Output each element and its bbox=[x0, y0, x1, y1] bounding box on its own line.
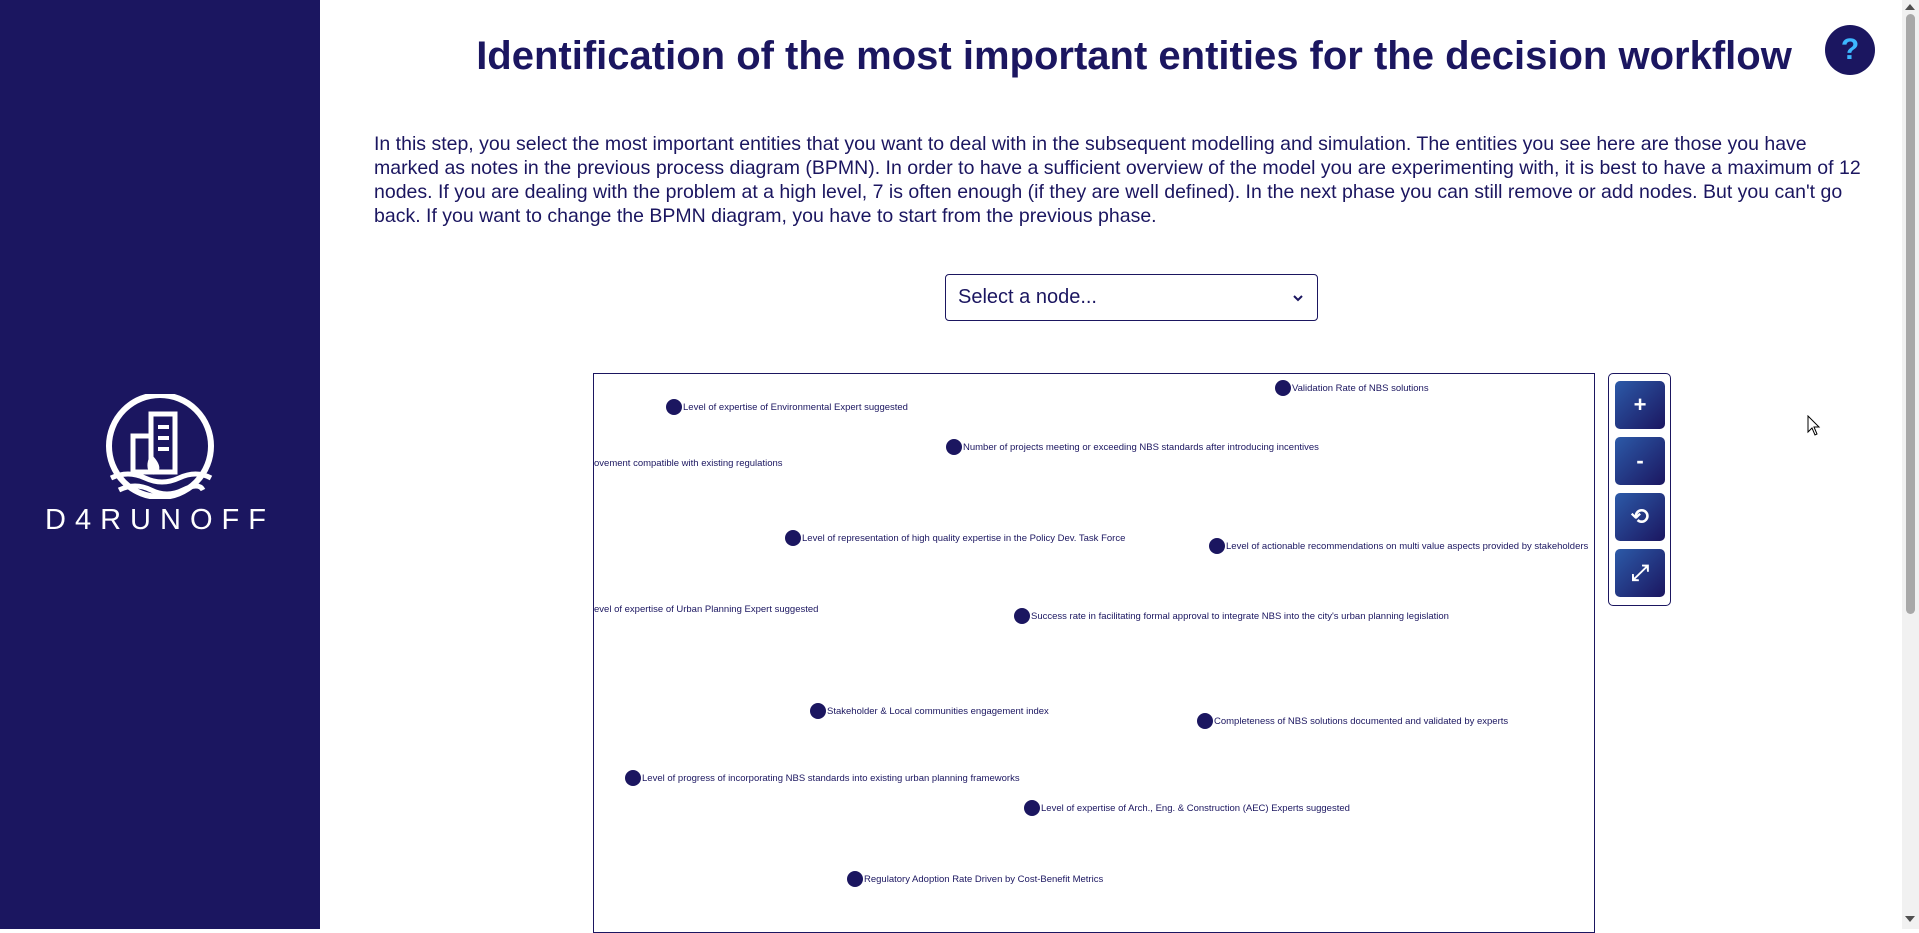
graph-node[interactable]: Number of projects meeting or exceeding … bbox=[946, 439, 1319, 455]
node-dot bbox=[666, 399, 682, 415]
fit-view-button[interactable]: ⤢ bbox=[1615, 549, 1665, 597]
node-select-value: Select a node... bbox=[958, 286, 1097, 308]
graph-node[interactable]: evel of expertise of Urban Planning Expe… bbox=[594, 601, 819, 617]
mouse-cursor-icon bbox=[1807, 415, 1821, 436]
intro-text: In this step, you select the most import… bbox=[374, 133, 1861, 227]
graph-node[interactable]: Level of actionable recommendations on m… bbox=[1209, 538, 1588, 554]
node-dot bbox=[1014, 608, 1030, 624]
page-scrollbar[interactable] bbox=[1902, 0, 1919, 929]
logo-mark bbox=[106, 394, 214, 499]
zoom-in-button[interactable]: + bbox=[1615, 381, 1665, 429]
node-select[interactable]: Select a node... bbox=[945, 274, 1318, 321]
node-dot bbox=[1275, 380, 1291, 396]
node-label: Level of expertise of Environmental Expe… bbox=[683, 401, 908, 413]
node-dot bbox=[810, 703, 826, 719]
node-dot bbox=[1197, 713, 1213, 729]
node-label: Level of actionable recommendations on m… bbox=[1226, 540, 1589, 552]
node-dot bbox=[1024, 800, 1040, 816]
node-label: Validation Rate of NBS solutions bbox=[1292, 382, 1429, 394]
node-label: ovement compatible with existing regulat… bbox=[594, 457, 783, 469]
node-label: Level of progress of incorporating NBS s… bbox=[642, 772, 1020, 784]
page-title: Identification of the most important ent… bbox=[476, 34, 1792, 78]
entity-graph[interactable]: Validation Rate of NBS solutions Level o… bbox=[593, 373, 1595, 933]
scroll-up-arrow-icon[interactable] bbox=[1905, 4, 1915, 10]
node-label: Number of projects meeting or exceeding … bbox=[963, 441, 1319, 453]
graph-node[interactable]: Completeness of NBS solutions documented… bbox=[1197, 713, 1508, 729]
graph-node[interactable]: Level of representation of high quality … bbox=[785, 530, 1125, 546]
logo-text: D4RUNOFF bbox=[45, 504, 275, 536]
node-dot bbox=[847, 871, 863, 887]
graph-node[interactable]: Validation Rate of NBS solutions bbox=[1275, 380, 1429, 396]
graph-node[interactable]: ovement compatible with existing regulat… bbox=[594, 455, 783, 471]
graph-node[interactable]: Stakeholder & Local communities engageme… bbox=[810, 703, 1049, 719]
chevron-down-icon bbox=[1293, 294, 1303, 301]
graph-node[interactable]: Level of expertise of Arch., Eng. & Cons… bbox=[1024, 800, 1350, 816]
graph-controls: + - ⟲ ⤢ bbox=[1608, 373, 1671, 606]
graph-node[interactable]: Success rate in facilitating formal appr… bbox=[1014, 608, 1449, 624]
scroll-thumb[interactable] bbox=[1906, 14, 1915, 614]
scroll-down-arrow-icon[interactable] bbox=[1905, 916, 1915, 922]
graph-node[interactable]: Regulatory Adoption Rate Driven by Cost-… bbox=[847, 871, 1103, 887]
node-label: Level of representation of high quality … bbox=[802, 532, 1126, 544]
node-label: Stakeholder & Local communities engageme… bbox=[827, 705, 1049, 717]
graph-node[interactable]: Level of progress of incorporating NBS s… bbox=[625, 770, 1020, 786]
zoom-out-button[interactable]: - bbox=[1615, 437, 1665, 485]
graph-node[interactable]: Level of expertise of Environmental Expe… bbox=[666, 399, 908, 415]
node-dot bbox=[1209, 538, 1225, 554]
node-dot bbox=[785, 530, 801, 546]
node-label: Level of expertise of Arch., Eng. & Cons… bbox=[1041, 802, 1350, 814]
node-dot bbox=[946, 439, 962, 455]
node-label: Regulatory Adoption Rate Driven by Cost-… bbox=[864, 873, 1104, 885]
node-label: Completeness of NBS solutions documented… bbox=[1214, 715, 1509, 727]
node-label: evel of expertise of Urban Planning Expe… bbox=[594, 603, 819, 615]
node-label: Success rate in facilitating formal appr… bbox=[1031, 610, 1449, 622]
node-dot bbox=[625, 770, 641, 786]
reset-view-button[interactable]: ⟲ bbox=[1615, 493, 1665, 541]
sidebar: D4RUNOFF bbox=[0, 0, 320, 929]
help-button[interactable]: ? bbox=[1825, 25, 1875, 75]
d4runoff-logo: D4RUNOFF bbox=[33, 394, 287, 544]
